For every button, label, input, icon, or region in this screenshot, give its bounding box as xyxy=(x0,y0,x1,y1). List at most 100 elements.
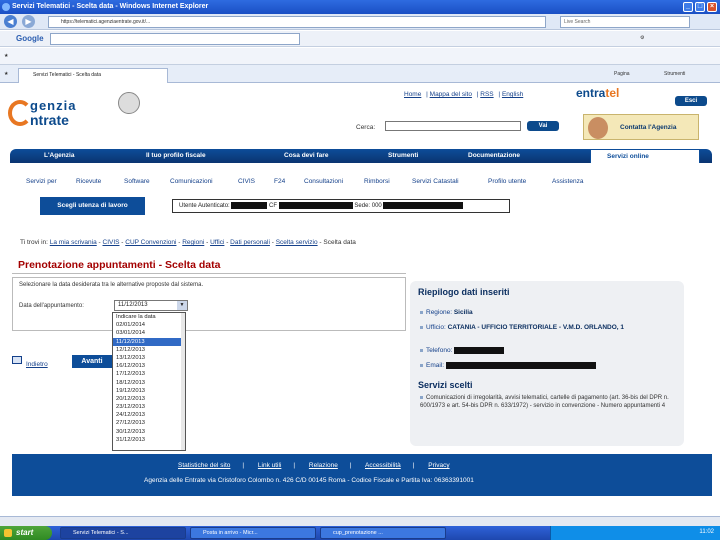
submenu-servizi-catastali[interactable]: Servizi Catastali xyxy=(412,178,459,185)
utente-autenticato-box: Utente Autenticato: CF Sede: 000 xyxy=(172,199,510,213)
scrollbar[interactable] xyxy=(181,313,185,450)
riepilogo-panel: Riepilogo dati inseriti Regione: Sicilia… xyxy=(410,281,684,446)
menu-servizi-online[interactable]: Servizi online xyxy=(590,149,700,163)
date-option[interactable]: 27/12/2013 xyxy=(113,419,185,427)
submenu-profilo-utente[interactable]: Profilo utente xyxy=(488,178,526,185)
taskbar-item-word[interactable]: cup_prenotazione ... xyxy=(320,527,446,539)
footer-link-utili[interactable]: Link utili xyxy=(258,462,281,469)
submenu-software[interactable]: Software xyxy=(124,178,150,185)
rss-link[interactable]: RSS xyxy=(480,91,493,98)
favorites-icon[interactable]: ★ xyxy=(4,71,8,77)
tab-servizi-telematici[interactable]: Servizi Telematici - Scelta data xyxy=(18,68,168,83)
submenu-assistenza[interactable]: Assistenza xyxy=(552,178,583,185)
submenu-ricevute[interactable]: Ricevute xyxy=(76,178,101,185)
redacted-email xyxy=(445,362,596,369)
taskbar-item-outlook[interactable]: Posta in arrivo - Micr... xyxy=(190,527,316,539)
sitemap-link[interactable]: Mappa del sito xyxy=(430,91,472,98)
date-option[interactable]: 03/01/2014 xyxy=(113,329,185,337)
submenu-consultazioni[interactable]: Consultazioni xyxy=(304,178,343,185)
breadcrumb-regioni[interactable]: Regioni xyxy=(182,239,204,246)
maximize-button[interactable]: □ xyxy=(695,2,705,12)
taskbar-item-ie[interactable]: Servizi Telematici - S... xyxy=(60,527,186,539)
back-icon[interactable]: ◀ xyxy=(4,15,17,28)
ie-icon xyxy=(2,3,10,11)
contatta-agenzia-button[interactable]: Contatta l'Agenzia xyxy=(583,114,699,140)
date-option[interactable]: 20/12/2013 xyxy=(113,395,185,403)
date-dropdown-list[interactable]: Indicare la data 02/01/2014 03/01/2014 11/1… xyxy=(112,312,186,451)
menu-profilo-fiscale[interactable]: Il tuo profilo fiscale xyxy=(146,152,206,159)
date-option[interactable]: 31/12/2013 xyxy=(113,436,185,444)
footer-accessibilita[interactable]: Accessibilità xyxy=(365,462,401,469)
indietro-link[interactable]: Indietro xyxy=(26,361,48,368)
submenu-f24[interactable]: F24 xyxy=(274,178,285,185)
form-instructions: Selezionare la data desiderata tra le al… xyxy=(19,282,204,288)
footer-statistiche[interactable]: Statistiche del sito xyxy=(178,462,230,469)
operator-avatar xyxy=(588,117,608,139)
minimize-button[interactable]: _ xyxy=(683,2,693,12)
footer-privacy[interactable]: Privacy xyxy=(428,462,449,469)
breadcrumb-uffici[interactable]: Uffici xyxy=(210,239,224,246)
agenzia-entrate-logo[interactable]: genzia ntrate xyxy=(8,90,138,130)
english-link[interactable]: English xyxy=(502,91,523,98)
date-option[interactable]: 13/12/2013 xyxy=(113,354,185,362)
star-icon[interactable]: ★ xyxy=(4,53,8,59)
footer: Statistiche del sito | Link utili | Relazi… xyxy=(12,454,712,496)
breadcrumb-civis[interactable]: CIVIS xyxy=(103,239,120,246)
date-option[interactable]: 17/12/2013 xyxy=(113,370,185,378)
start-button[interactable]: start xyxy=(0,526,52,540)
date-option[interactable]: 23/12/2013 xyxy=(113,403,185,411)
date-option[interactable]: 16/12/2013 xyxy=(113,362,185,370)
esci-button[interactable]: Esci xyxy=(675,96,707,106)
page-menu[interactable]: Pagina xyxy=(614,71,630,77)
date-option[interactable]: 02/01/2014 xyxy=(113,321,185,329)
redacted-cf xyxy=(278,201,353,209)
menu-documentazione[interactable]: Documentazione xyxy=(468,152,520,159)
breadcrumb-scelta-servizio[interactable]: Scelta servizio xyxy=(276,239,318,246)
breadcrumb-scrivania[interactable]: La mia scrivania xyxy=(50,239,97,246)
url-input[interactable]: https://telematici.agenziaentrate.gov.it… xyxy=(48,16,546,28)
back-arrow-icon[interactable] xyxy=(12,356,22,364)
live-search-input[interactable]: Live Search xyxy=(560,16,690,28)
menu-agenzia[interactable]: L'Agenzia xyxy=(44,152,74,159)
footer-relazione[interactable]: Relazione xyxy=(309,462,338,469)
forward-icon[interactable]: ▶ xyxy=(22,15,35,28)
breadcrumb-cup[interactable]: CUP Convenzioni xyxy=(125,239,176,246)
date-option[interactable]: 24/12/2013 xyxy=(113,411,185,419)
search-label: Cerca: xyxy=(356,124,376,131)
breadcrumb-dati-personali[interactable]: Dati personali xyxy=(230,239,270,246)
submenu-servizi-per[interactable]: Servizi per xyxy=(26,178,57,185)
avanti-button[interactable]: Avanti xyxy=(72,355,112,368)
scegli-utenza-button[interactable]: Scegli utenza di lavoro xyxy=(40,197,145,215)
page-content: genzia ntrate Home | Mappa del sito | RS… xyxy=(0,84,720,525)
submenu-civis[interactable]: CIVIS xyxy=(238,178,255,185)
vai-button[interactable]: Vai xyxy=(527,121,559,131)
date-option[interactable]: 19/12/2013 xyxy=(113,387,185,395)
regione-row: Regione: Sicilia xyxy=(420,309,473,316)
menu-cosa-devi-fare[interactable]: Cosa devi fare xyxy=(284,152,328,159)
submenu-rimborsi[interactable]: Rimborsi xyxy=(364,178,390,185)
sub-menu: Servizi per Ricevute Software Comunicazi… xyxy=(10,178,712,188)
date-option[interactable]: 18/12/2013 xyxy=(113,379,185,387)
home-link[interactable]: Home xyxy=(404,91,421,98)
google-settings-icon[interactable]: ⚙ xyxy=(640,35,644,41)
chevron-down-icon[interactable]: ▼ xyxy=(177,301,187,310)
date-option[interactable]: 12/12/2013 xyxy=(113,346,185,354)
date-select[interactable]: 11/12/2013 ▼ xyxy=(114,300,188,311)
tools-menu[interactable]: Strumenti xyxy=(664,71,685,77)
date-option[interactable]: Indicare la data xyxy=(113,313,185,321)
submenu-comunicazioni[interactable]: Comunicazioni xyxy=(170,178,213,185)
email-row: Email: xyxy=(420,362,596,369)
menu-strumenti[interactable]: Strumenti xyxy=(388,152,418,159)
site-search-input[interactable] xyxy=(385,121,521,131)
date-option[interactable]: 30/12/2013 xyxy=(113,428,185,436)
tab-bar: ★ Servizi Telematici - Scelta data Pagin… xyxy=(0,65,720,83)
system-tray: 11:02 xyxy=(550,526,720,540)
footer-address: Agenzia delle Entrate via Cristoforo Col… xyxy=(144,477,474,484)
title-divider xyxy=(12,273,406,274)
google-search-input[interactable] xyxy=(50,33,300,45)
riepilogo-title: Riepilogo dati inseriti xyxy=(418,287,510,297)
date-option[interactable]: 11/12/2013 xyxy=(113,337,185,346)
close-button[interactable]: × xyxy=(707,2,717,12)
servizi-scelti-text: Comunicazioni di irregolarità, avvisi te… xyxy=(420,395,669,409)
redacted-name xyxy=(231,201,268,209)
